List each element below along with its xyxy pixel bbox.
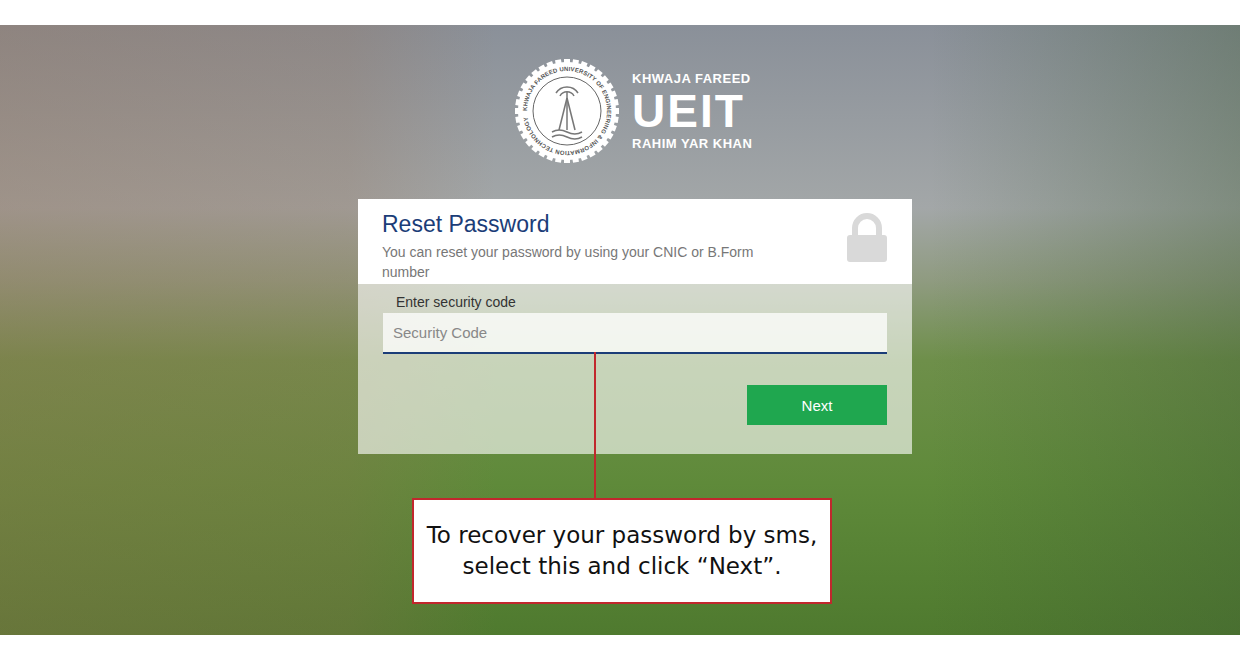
lock-icon	[846, 213, 888, 263]
callout-line	[594, 352, 596, 498]
reset-card: Reset Password You can reset your passwo…	[358, 199, 912, 454]
card-subtitle: You can reset your password by using you…	[382, 242, 774, 282]
logo-name: UEIT	[632, 86, 752, 136]
campus-photo: KHWAJA FAREED UNIVERSITY OF ENGINEERING …	[0, 25, 1240, 635]
svg-text:KHWAJA FAREED UNIVERSITY OF EN: KHWAJA FAREED UNIVERSITY OF ENGINEERING …	[522, 66, 612, 156]
page: KHWAJA FAREED UNIVERSITY OF ENGINEERING …	[0, 0, 1240, 660]
logo-text: KHWAJA FAREED UEIT RAHIM YAR KHAN	[632, 71, 752, 151]
card-body: Enter security code Next	[358, 284, 912, 454]
card-title: Reset Password	[382, 211, 774, 238]
top-band	[0, 0, 1240, 25]
seal-icon: KHWAJA FAREED UNIVERSITY OF ENGINEERING …	[514, 58, 620, 164]
logo-top-text: KHWAJA FAREED	[632, 71, 752, 86]
next-button[interactable]: Next	[747, 385, 887, 425]
callout-box: To recover your password by sms, select …	[412, 498, 832, 604]
field-label: Enter security code	[396, 294, 887, 310]
logo-bottom-text: RAHIM YAR KHAN	[632, 136, 752, 151]
bottom-band	[0, 635, 1240, 660]
security-code-input[interactable]	[383, 313, 887, 354]
card-header: Reset Password You can reset your passwo…	[358, 199, 912, 284]
university-logo: KHWAJA FAREED UNIVERSITY OF ENGINEERING …	[514, 56, 1240, 166]
